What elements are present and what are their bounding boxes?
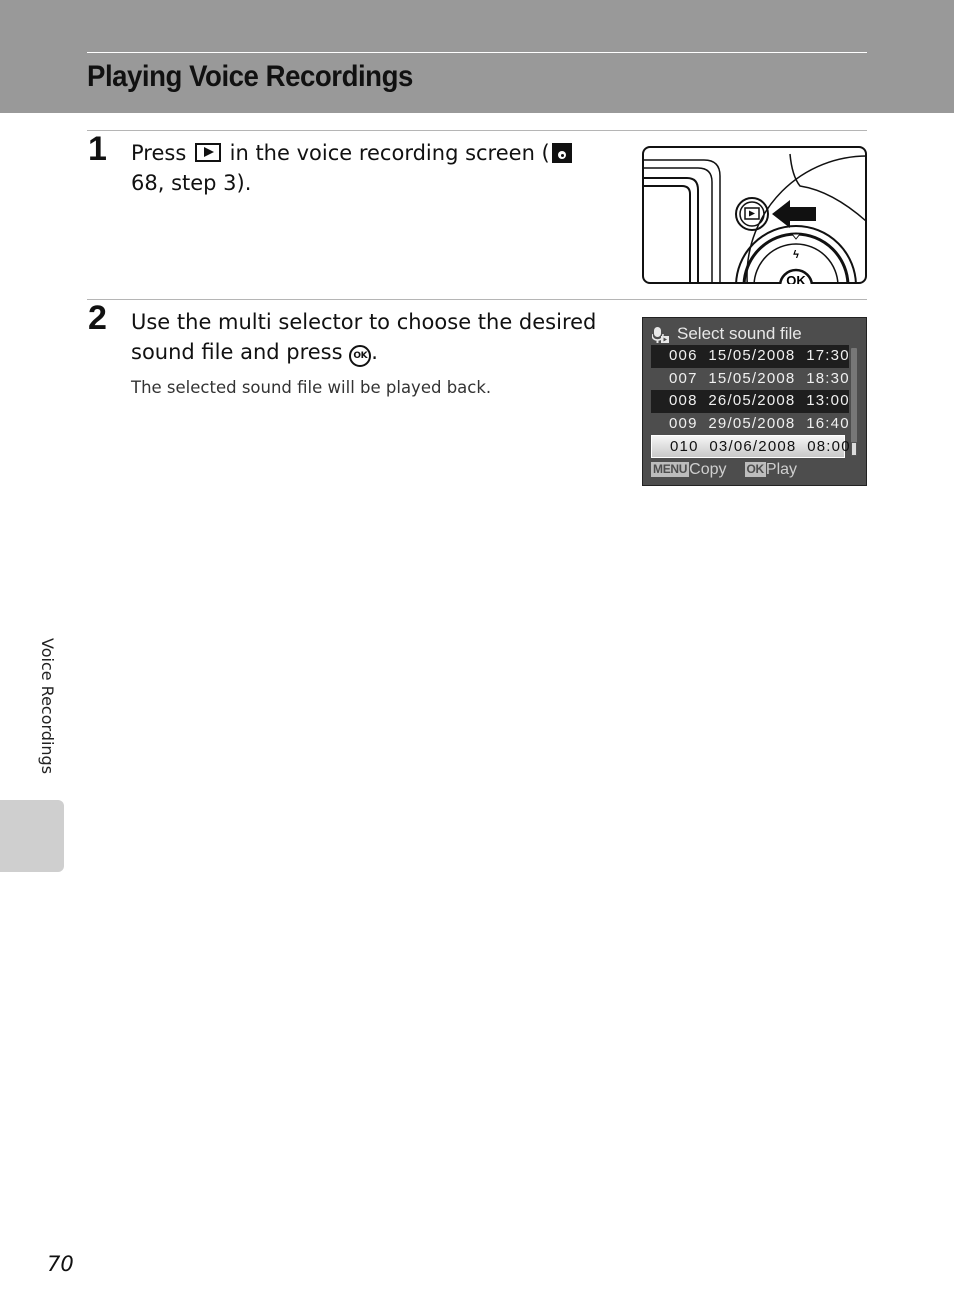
page-title: Playing Voice Recordings [87, 60, 413, 93]
file-date: 15/05/2008 [708, 347, 796, 364]
ok-button-label: OK [786, 273, 806, 284]
step-1-text-middle: in the voice recording screen ( [222, 141, 550, 165]
voice-recording-icon [652, 327, 669, 343]
header-rule [87, 52, 867, 53]
step-1-number: 1 [88, 130, 107, 168]
step-2-text-end: . [371, 340, 378, 364]
sound-file-row[interactable]: 007 15/05/2008 18:30 [651, 368, 849, 391]
playback-button-icon [194, 143, 221, 162]
file-date: 03/06/2008 [709, 438, 797, 455]
chapter-tab [0, 800, 64, 872]
play-label: Play [765, 461, 798, 478]
screen-footer: MENU Copy OK Play [651, 461, 797, 479]
step-1-text-end: 68, step 3). [131, 171, 252, 195]
step-1-divider [87, 130, 867, 131]
camera-back-playback-button-illustration: OK ϟ [642, 146, 867, 284]
menu-button-icon: MENU [651, 462, 690, 477]
screen-title: Select sound file [677, 324, 802, 343]
file-time: 13:00 [806, 392, 850, 409]
select-sound-file-screen: Select sound file 006 15/05/2008 17:30 0… [642, 317, 867, 486]
sound-file-row[interactable]: 006 15/05/2008 17:30 [651, 345, 849, 368]
step-1-text: Press in the voice recording screen ( 68… [131, 138, 611, 198]
file-time: 18:30 [806, 369, 850, 387]
page-number: 70 [47, 1252, 74, 1276]
step-1-text-start: Press [131, 141, 193, 165]
step-2-note: The selected sound file will be played b… [131, 378, 492, 397]
sound-file-row[interactable]: 009 29/05/2008 16:40 [651, 413, 849, 436]
header-band [0, 0, 954, 113]
file-time: 16:40 [806, 414, 850, 432]
scrollbar[interactable] [851, 348, 857, 456]
file-number: 010 [670, 438, 699, 455]
file-number: 009 [669, 414, 698, 432]
sound-file-row-selected[interactable]: 010 03/06/2008 08:00 [651, 435, 850, 458]
flash-icon: ϟ [793, 249, 799, 261]
chapter-side-label: Voice Recordings [38, 638, 57, 775]
file-number: 008 [669, 392, 698, 409]
ok-button-icon: OK [349, 345, 372, 367]
file-date: 29/05/2008 [708, 414, 796, 432]
file-date: 15/05/2008 [708, 369, 796, 387]
scrollbar-thumb[interactable] [851, 442, 857, 456]
file-date: 26/05/2008 [708, 392, 796, 409]
copy-label: Copy [689, 461, 727, 478]
step-2-divider [87, 299, 867, 300]
ok-badge-icon: OK [744, 462, 766, 477]
file-time: 17:30 [806, 347, 850, 364]
file-time: 08:00 [807, 438, 851, 455]
sound-file-row[interactable]: 008 26/05/2008 13:00 [651, 390, 849, 413]
sound-file-list: 006 15/05/2008 17:30 007 15/05/2008 18:3… [651, 345, 850, 458]
step-2-number: 2 [88, 299, 107, 337]
page-reference-icon [551, 143, 572, 163]
file-number: 006 [669, 347, 698, 364]
file-number: 007 [669, 369, 698, 387]
step-2-text: Use the multi selector to choose the des… [131, 307, 611, 367]
